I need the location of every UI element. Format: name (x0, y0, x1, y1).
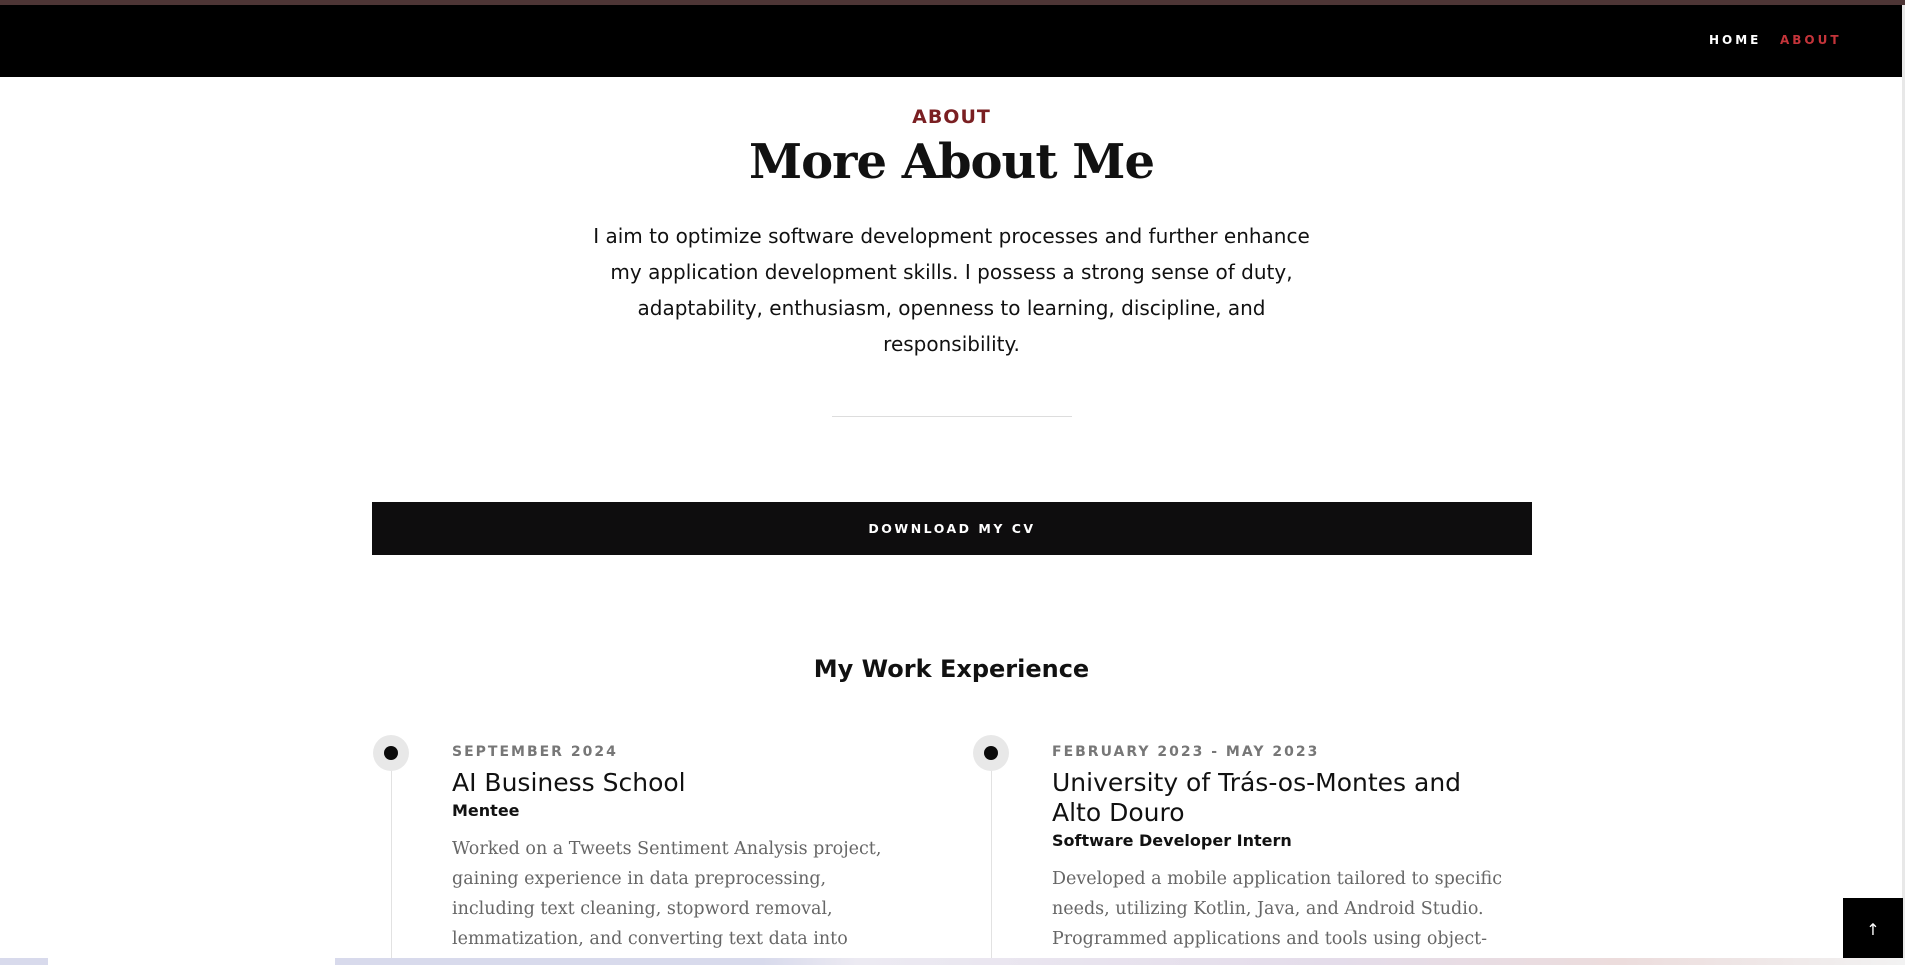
item-org: AI Business School (452, 768, 686, 797)
timeline-dot-icon (373, 735, 409, 771)
item-role: Software Developer Intern (1052, 831, 1292, 850)
item-desc: Worked on a Tweets Sentiment Analysis pr… (452, 839, 882, 965)
section-eyebrow: ABOUT (912, 106, 991, 128)
navbar: HOME ABOUT (0, 5, 1903, 77)
timeline-line (391, 770, 392, 965)
nav-home[interactable]: HOME (1709, 33, 1761, 47)
item-date: SEPTEMBER 2024 (452, 744, 618, 760)
download-cv-button[interactable]: DOWNLOAD MY CV (372, 502, 1532, 555)
about-lead: I aim to optimize software development p… (593, 224, 1310, 356)
item-org: University of Trás-os-Montes and Alto Do… (1052, 768, 1462, 827)
back-to-top-button[interactable]: ↑ (1843, 898, 1903, 960)
nav-about[interactable]: ABOUT (1780, 33, 1842, 47)
bottom-bar-field (48, 958, 335, 965)
arrow-up-icon: ↑ (1866, 919, 1880, 939)
experience-heading: My Work Experience (813, 655, 1090, 683)
item-desc: Developed a mobile application tailored … (1052, 869, 1503, 949)
divider (832, 416, 1072, 417)
bottom-bar (0, 958, 1905, 965)
timeline-dot-icon (973, 735, 1009, 771)
item-date: FEBRUARY 2023 - MAY 2023 (1052, 744, 1320, 760)
page-title: More About Me (749, 134, 1155, 190)
timeline-line (991, 770, 992, 965)
item-role: Mentee (452, 801, 520, 820)
